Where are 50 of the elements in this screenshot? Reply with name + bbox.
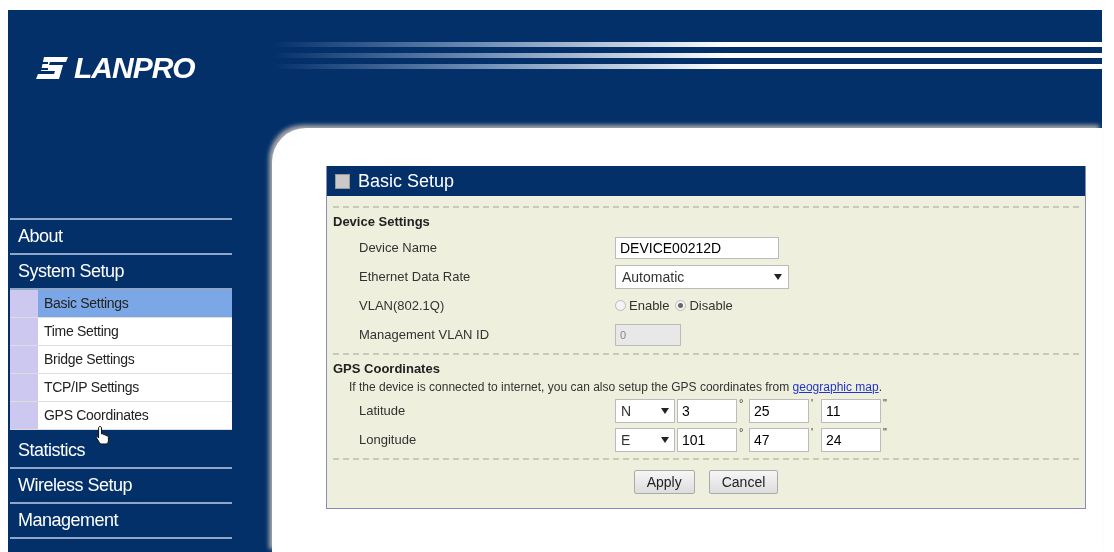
direction-select[interactable]: N [615, 398, 675, 423]
caret-icon [661, 436, 669, 443]
menu-item[interactable]: Wireless Setup [10, 469, 232, 504]
field-label: VLAN(802.1Q) [359, 298, 446, 313]
field-label: Longitude [359, 432, 418, 447]
degrees-field[interactable]: 3 [677, 398, 737, 423]
submenu-item[interactable]: Basic Settings [38, 290, 232, 317]
field-label: Ethernet Data Rate [359, 269, 472, 284]
field-label: Latitude [359, 403, 407, 418]
radio-option[interactable]: Disable [675, 298, 733, 313]
submenu-marker [10, 318, 38, 345]
text-field[interactable]: DEVICE00212D [615, 236, 779, 259]
geographic-map-link[interactable]: geographic map [792, 380, 879, 394]
section-heading: Device Settings [333, 214, 431, 229]
radio-option[interactable]: Enable [615, 298, 670, 313]
minute-mark: ' [811, 398, 815, 408]
degree-mark: ° [739, 398, 745, 408]
caret-icon [774, 273, 782, 280]
minute-mark: ' [811, 427, 815, 437]
action-button[interactable]: Cancel [708, 470, 779, 494]
minutes-field[interactable]: 25 [749, 398, 809, 423]
submenu-item[interactable]: Bridge Settings [38, 346, 232, 373]
second-mark: " [883, 398, 888, 408]
field-label: Device Name [359, 240, 439, 255]
submenu-item[interactable]: TCP/IP Settings [38, 374, 232, 401]
seconds-field[interactable]: 11 [821, 398, 881, 423]
menu-item[interactable]: Management [10, 504, 232, 539]
submenu-marker [10, 402, 38, 429]
minutes-field[interactable]: 47 [749, 427, 809, 452]
submenu-marker [10, 346, 38, 373]
logo-text: LANPRO [74, 51, 195, 85]
square-icon [335, 173, 350, 189]
section-heading: GPS Coordinates [333, 361, 441, 376]
submenu-marker [10, 290, 38, 317]
logo-icon [36, 55, 70, 81]
second-mark: " [883, 427, 888, 437]
seconds-field[interactable]: 24 [821, 427, 881, 452]
submenu-item[interactable]: GPS Coordinates [38, 402, 232, 429]
submenu-item[interactable]: Time Setting [38, 318, 232, 345]
direction-select[interactable]: E [615, 427, 675, 452]
action-button[interactable]: Apply [633, 470, 695, 494]
caret-icon [661, 407, 669, 414]
gps-note: If the device is connected to internet, you can also setup the GPS coordinates from geographic map. [348, 380, 883, 394]
dropdown-select[interactable]: Automatic [615, 264, 789, 289]
menu-item[interactable]: About [10, 220, 232, 255]
degree-mark: ° [739, 427, 745, 437]
field-label: Management VLAN ID [359, 327, 491, 342]
submenu-marker [10, 374, 38, 401]
degrees-field[interactable]: 101 [677, 427, 737, 452]
panel-title: Basic Setup [358, 170, 455, 192]
